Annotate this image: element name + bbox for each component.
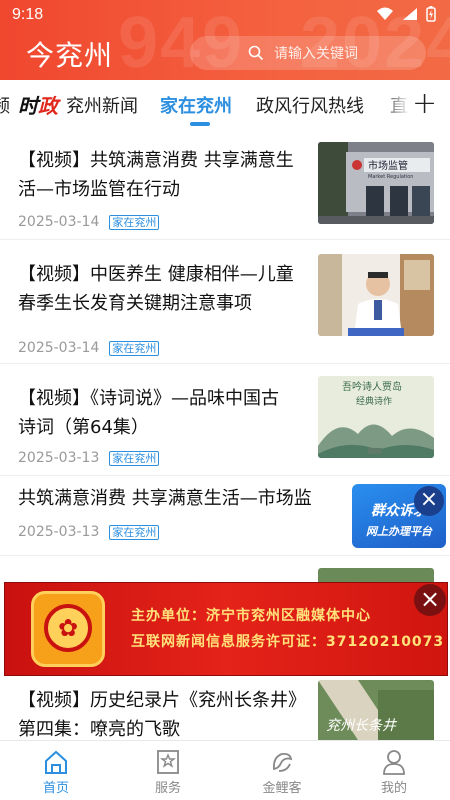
thumb-doc-title: 兖州长条井	[326, 718, 398, 734]
tabs-fade	[380, 80, 410, 128]
news-title: 共筑满意消费 共享满意生活—市场监	[18, 488, 312, 509]
list-item[interactable]: 【视频】历史纪录片《兖州长条井》第四集：嘹亮的飞歌 兖州长条井	[0, 676, 450, 740]
nav-carp-label: 金鲤客	[262, 781, 302, 796]
news-tag: 家在兖州	[109, 340, 160, 356]
tab-logo-a: 时	[18, 94, 38, 118]
wifi-icon	[377, 7, 393, 20]
news-thumbnail	[318, 254, 434, 336]
thumb-sign-text: 市场监管	[368, 159, 408, 172]
tab-partial-left[interactable]: 频	[0, 92, 10, 118]
search-input[interactable]: 请输入关键词	[190, 36, 426, 70]
home-icon	[45, 750, 67, 774]
news-title: 【视频】历史纪录片《兖州长条井》第四集：嘹亮的飞歌	[18, 690, 306, 740]
list-item[interactable]: 【视频】中医养生 健康相伴—儿童春季生长发育关键期注意事项 2025-03-14…	[0, 240, 450, 364]
news-tag: 家在兖州	[109, 450, 160, 466]
status-icons	[376, 6, 436, 22]
news-date: 2025-03-14	[18, 214, 100, 230]
banner-license-text: 互联网新闻信息服务许可证：37120210073	[131, 634, 445, 650]
news-title: 【视频】《诗词说》—品味中国古诗词（第64集）	[18, 388, 279, 438]
tab-hotline[interactable]: 政风行风热线	[256, 92, 364, 118]
thumb-sign-en: Market Regulation	[368, 174, 413, 180]
nav-home-label: 首页	[42, 781, 69, 796]
news-tag: 家在兖州	[109, 214, 160, 230]
news-thumbnail: 兖州长条井	[318, 680, 434, 740]
news-date: 2025-03-13	[18, 524, 100, 540]
tab-logo-b: 政	[38, 94, 58, 118]
nav-carp[interactable]: 金鲤客	[242, 745, 322, 796]
nav-service-label: 服务	[154, 781, 181, 796]
nav-mine-label: 我的	[380, 781, 407, 796]
news-date: 2025-03-14	[18, 340, 100, 356]
tab-yanzhou-news[interactable]: 兖州新闻	[66, 92, 138, 118]
active-tab-indicator	[190, 122, 210, 126]
service-icon	[157, 750, 179, 774]
tab-home-yanzhou[interactable]: 家在兖州	[160, 92, 232, 118]
list-item[interactable]: 【视频】《诗词说》—品味中国古诗词（第64集） 2025-03-13 家在兖州 …	[0, 364, 450, 476]
bottom-nav: 首页 服务 金鲤客 我的	[0, 740, 450, 800]
appeal-widget-line2: 网上办理平台	[366, 525, 432, 538]
license-banner[interactable]: ✿ 主办单位：济宁市兖州区融媒体中心 互联网新闻信息服务许可证：37120210…	[4, 582, 448, 676]
news-title: 【视频】中医养生 健康相伴—儿童春季生长发育关键期注意事项	[18, 264, 294, 314]
search-icon	[248, 45, 264, 61]
user-icon	[383, 750, 405, 775]
plus-icon[interactable]: +	[412, 86, 437, 121]
nav-home[interactable]: 首页	[16, 745, 96, 796]
channel-tabs: 频 时政 兖州新闻 家在兖州 政风行风热线 直	[0, 80, 450, 128]
app-title: 今兖州	[26, 39, 114, 72]
media-center-logo: ✿	[31, 591, 105, 667]
signal-icon	[403, 8, 417, 20]
tab-shizheng[interactable]: 时政	[18, 90, 58, 119]
search-placeholder: 请输入关键词	[274, 46, 358, 62]
thumb-poem-sub: 经典诗作	[356, 395, 392, 407]
news-title: 【视频】共筑满意消费 共享满意生活—市场监管在行动	[18, 150, 294, 200]
list-item[interactable]: 【视频】共筑满意消费 共享满意生活—市场监管在行动 2025-03-14 家在兖…	[0, 128, 450, 240]
status-bar: 9:18	[0, 0, 450, 30]
news-date: 2025-03-13	[18, 450, 100, 466]
app-header: 949 2024 9:18 今兖州 请输入关键词	[0, 0, 450, 80]
close-icon[interactable]: ×	[414, 584, 446, 616]
news-tag: 家在兖州	[109, 524, 160, 540]
close-icon[interactable]: ×	[414, 486, 444, 516]
status-time: 9:18	[12, 6, 44, 23]
news-thumbnail: 市场监管 Market Regulation	[318, 142, 434, 224]
news-thumbnail: 吾吟诗人贾岛 经典诗作	[318, 376, 434, 458]
carp-icon	[273, 752, 293, 772]
nav-service[interactable]: 服务	[128, 745, 208, 796]
nav-mine[interactable]: 我的	[354, 745, 434, 796]
banner-host-text: 主办单位：济宁市兖州区融媒体中心	[131, 608, 371, 624]
battery-icon	[426, 6, 436, 22]
thumb-poem-title: 吾吟诗人贾岛	[342, 380, 402, 393]
